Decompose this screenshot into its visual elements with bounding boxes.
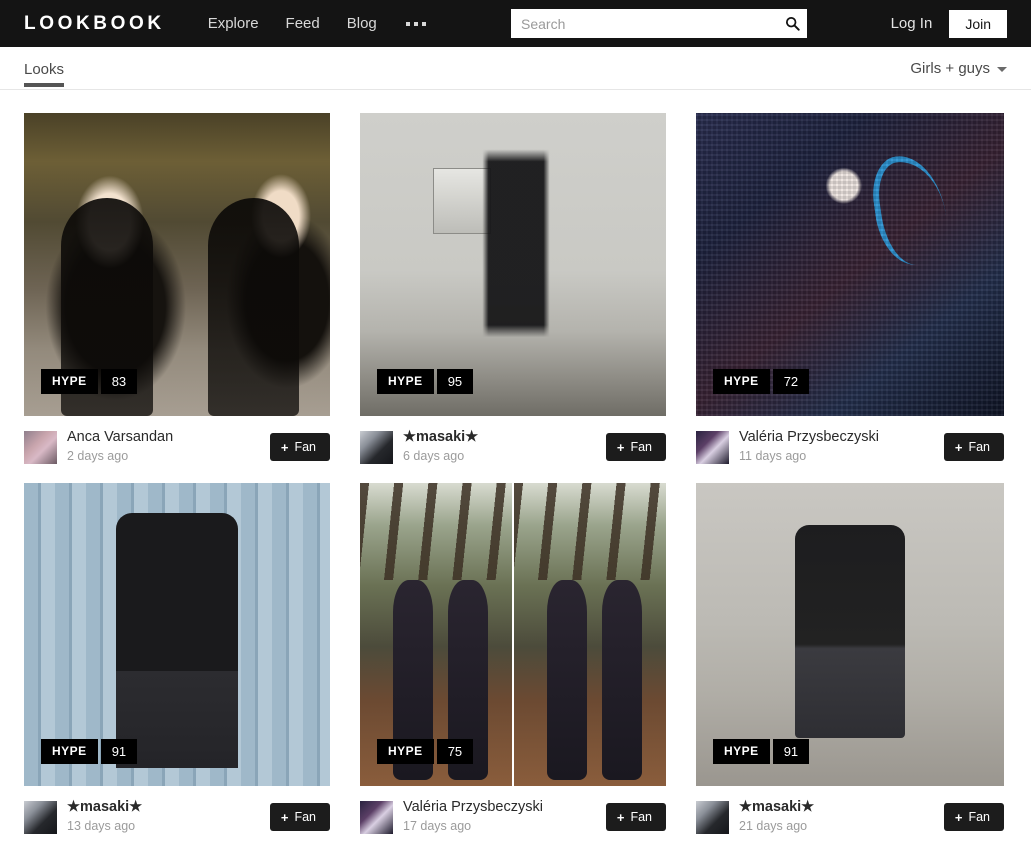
fan-button[interactable]: + Fan xyxy=(269,803,330,831)
hype-label: HYPE xyxy=(41,369,98,394)
username-link[interactable]: ★masaki★ xyxy=(403,428,606,446)
nav-blog[interactable]: Blog xyxy=(347,15,377,32)
site-logo[interactable]: LOOKBOOK xyxy=(24,13,165,35)
fan-button-label: Fan xyxy=(630,440,652,454)
hype-label: HYPE xyxy=(713,369,770,394)
fan-button[interactable]: + Fan xyxy=(269,433,330,461)
look-card-footer: ★masaki★ 21 days ago + Fan xyxy=(696,786,1004,839)
fan-button-label: Fan xyxy=(630,810,652,824)
tab-looks[interactable]: Looks xyxy=(24,61,65,87)
timestamp: 6 days ago xyxy=(403,449,465,464)
look-image-link[interactable]: HYPE 95 xyxy=(360,113,666,416)
join-button[interactable]: Join xyxy=(949,9,1007,38)
look-photo-right[interactable] xyxy=(514,483,666,786)
hype-label: HYPE xyxy=(377,369,434,394)
look-card-footer: ★masaki★ 13 days ago + Fan xyxy=(24,786,330,839)
username-link[interactable]: Anca Varsandan xyxy=(67,428,270,446)
hype-badge[interactable]: HYPE 91 xyxy=(713,739,810,764)
hype-count: 75 xyxy=(436,739,474,764)
timestamp: 13 days ago xyxy=(67,819,136,834)
top-navigation-bar: LOOKBOOK Explore Feed Blog Log In Join xyxy=(0,0,1031,47)
look-image-link[interactable]: HYPE 72 xyxy=(696,113,1004,416)
hype-count: 72 xyxy=(772,369,810,394)
hype-count: 95 xyxy=(436,369,474,394)
gender-filter-label: Girls + guys xyxy=(910,60,990,77)
fan-button-label: Fan xyxy=(294,440,316,454)
look-card: HYPE 95 ★masaki★ 6 days ago + Fan xyxy=(360,113,666,469)
avatar[interactable] xyxy=(696,430,729,464)
fan-button[interactable]: + Fan xyxy=(943,433,1004,461)
look-image-link[interactable]: HYPE 91 xyxy=(696,483,1004,786)
hype-label: HYPE xyxy=(713,739,770,764)
hype-count: 91 xyxy=(100,739,138,764)
sub-navigation-bar: Looks Girls + guys xyxy=(0,47,1031,90)
look-meta: Anca Varsandan 2 days ago xyxy=(67,428,270,466)
timestamp: 17 days ago xyxy=(403,819,472,834)
plus-icon: + xyxy=(954,439,963,455)
look-card-footer: Valéria Przysbeczyski 11 days ago + Fan xyxy=(696,416,1004,469)
username-link[interactable]: Valéria Przysbeczyski xyxy=(403,798,606,816)
look-card: HYPE 75 Valéria Przysbeczyski 17 days ag… xyxy=(360,483,666,839)
look-image-link[interactable]: HYPE 83 xyxy=(24,113,330,416)
hype-label: HYPE xyxy=(377,739,434,764)
hype-badge[interactable]: HYPE 72 xyxy=(713,369,810,394)
fan-button-label: Fan xyxy=(968,440,990,454)
look-card-footer: ★masaki★ 6 days ago + Fan xyxy=(360,416,666,469)
username-link[interactable]: Valéria Przysbeczyski xyxy=(739,428,944,446)
timestamp: 11 days ago xyxy=(739,449,807,464)
nav-feed[interactable]: Feed xyxy=(286,15,320,32)
avatar[interactable] xyxy=(24,800,57,834)
auth-actions: Log In Join xyxy=(891,0,1007,47)
timestamp: 21 days ago xyxy=(739,819,808,834)
look-meta: Valéria Przysbeczyski 11 days ago xyxy=(739,428,944,466)
look-meta: Valéria Przysbeczyski 17 days ago xyxy=(403,798,606,836)
hype-count: 83 xyxy=(100,369,138,394)
look-meta: ★masaki★ 21 days ago xyxy=(739,798,944,836)
hype-badge[interactable]: HYPE 95 xyxy=(377,369,474,394)
avatar[interactable] xyxy=(24,430,57,464)
search-input[interactable] xyxy=(511,9,777,38)
search-icon xyxy=(785,16,800,31)
chevron-down-icon xyxy=(997,67,1007,72)
hype-label: HYPE xyxy=(41,739,98,764)
search-bar[interactable] xyxy=(511,9,807,38)
look-card: HYPE 72 Valéria Przysbeczyski 11 days ag… xyxy=(696,113,1004,469)
plus-icon: + xyxy=(280,439,289,455)
fan-button[interactable]: + Fan xyxy=(605,803,666,831)
plus-icon: + xyxy=(616,439,625,455)
look-meta: ★masaki★ 13 days ago xyxy=(67,798,270,836)
plus-icon: + xyxy=(280,809,289,825)
look-card: HYPE 91 ★masaki★ 21 days ago + Fan xyxy=(696,483,1004,839)
avatar[interactable] xyxy=(360,800,393,834)
looks-grid: HYPE 83 Anca Varsandan 2 days ago + Fan … xyxy=(0,90,1031,839)
look-card-footer: Valéria Przysbeczyski 17 days ago + Fan xyxy=(360,786,666,839)
fan-button-label: Fan xyxy=(294,810,316,824)
fan-button[interactable]: + Fan xyxy=(605,433,666,461)
look-card-footer: Anca Varsandan 2 days ago + Fan xyxy=(24,416,330,469)
timestamp: 2 days ago xyxy=(67,449,129,464)
look-card: HYPE 83 Anca Varsandan 2 days ago + Fan xyxy=(24,113,330,469)
look-meta: ★masaki★ 6 days ago xyxy=(403,428,606,466)
login-link[interactable]: Log In xyxy=(891,15,933,32)
look-card: HYPE 91 ★masaki★ 13 days ago + Fan xyxy=(24,483,330,839)
look-image-link[interactable]: HYPE 91 xyxy=(24,483,330,786)
fan-button-label: Fan xyxy=(968,810,990,824)
avatar[interactable] xyxy=(360,430,393,464)
hype-badge[interactable]: HYPE 75 xyxy=(377,739,474,764)
fan-button[interactable]: + Fan xyxy=(943,803,1004,831)
plus-icon: + xyxy=(954,809,963,825)
nav-explore[interactable]: Explore xyxy=(208,15,259,32)
look-image-link[interactable]: HYPE 75 xyxy=(360,483,666,786)
search-submit-button[interactable] xyxy=(777,9,807,38)
username-link[interactable]: ★masaki★ xyxy=(67,798,270,816)
username-link[interactable]: ★masaki★ xyxy=(739,798,944,816)
hype-badge[interactable]: HYPE 83 xyxy=(41,369,138,394)
hype-badge[interactable]: HYPE 91 xyxy=(41,739,138,764)
plus-icon: + xyxy=(616,809,625,825)
more-menu-icon[interactable] xyxy=(404,16,428,32)
avatar[interactable] xyxy=(696,800,729,834)
hype-count: 91 xyxy=(772,739,810,764)
gender-filter-dropdown[interactable]: Girls + guys xyxy=(910,60,1007,77)
primary-nav-links: Explore Feed Blog xyxy=(208,15,428,32)
